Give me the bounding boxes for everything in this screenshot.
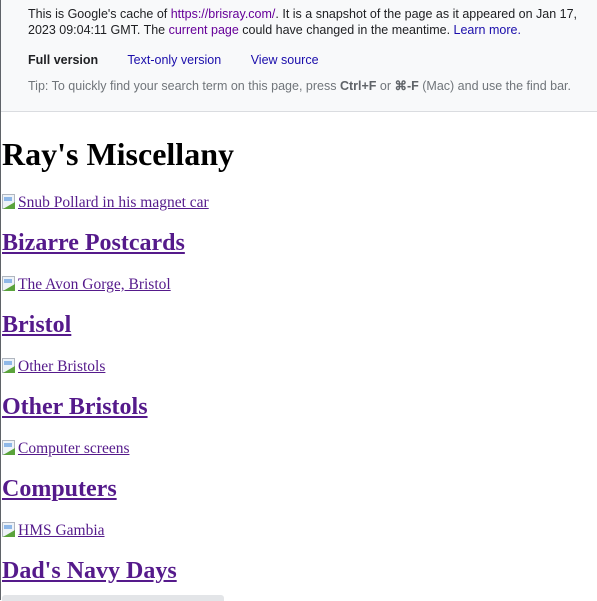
section-image-link[interactable]: HMS Gambia <box>2 522 597 540</box>
current-page-link[interactable]: current page <box>169 23 239 37</box>
text-only-version-link[interactable]: Text-only version <box>127 53 221 67</box>
window-left-border <box>0 0 1 600</box>
image-alt-text: The Avon Gorge, Bristol <box>18 276 171 293</box>
learn-more-link[interactable]: Learn more. <box>454 23 521 37</box>
find-tip: Tip: To quickly find your search term on… <box>28 78 587 94</box>
section-image-link[interactable]: The Avon Gorge, Bristol <box>2 276 597 294</box>
section-heading-link[interactable]: Bizarre Postcards <box>2 230 185 256</box>
tip-text: or <box>376 79 395 93</box>
broken-image-icon <box>2 440 18 456</box>
tip-text: Tip: To quickly find your search term on… <box>28 79 340 93</box>
section-image-link[interactable]: Computer screens <box>2 440 597 458</box>
page-content: Ray's Miscellany Snub Pollard in his mag… <box>0 135 597 585</box>
section-heading: Dad's Navy Days <box>2 557 597 585</box>
cache-notice-text: could have changed in the meantime. <box>238 23 454 37</box>
section-heading-link[interactable]: Dad's Navy Days <box>2 558 177 584</box>
version-options: Full version Text-only version View sour… <box>28 52 587 68</box>
section-heading-link[interactable]: Bristol <box>2 312 71 338</box>
section-heading: Bizarre Postcards <box>2 229 597 257</box>
section-heading: Bristol <box>2 311 597 339</box>
section-heading-link[interactable]: Other Bristols <box>2 394 148 420</box>
next-element-top-edge <box>2 595 224 601</box>
cmd-f-shortcut: ⌘-F <box>394 79 419 93</box>
section-image-link[interactable]: Snub Pollard in his magnet car <box>2 194 597 212</box>
image-alt-text: Other Bristols <box>18 358 106 375</box>
broken-image-icon <box>2 522 18 538</box>
cache-notice-text: . It is a snapshot of the page as it app… <box>275 7 578 21</box>
cache-date-text: 2023 09:04:11 GMT. The <box>28 23 169 37</box>
image-alt-text: HMS Gambia <box>18 522 105 539</box>
section-image-link[interactable]: Other Bristols <box>2 358 597 376</box>
ctrl-f-shortcut: Ctrl+F <box>339 79 377 93</box>
cached-url-link[interactable]: https://brisray.com/ <box>171 7 276 21</box>
cache-notice-text: This is Google's cache of <box>28 7 171 21</box>
cache-notice-line-1: This is Google's cache of https://brisra… <box>28 6 587 22</box>
broken-image-icon <box>2 194 18 210</box>
full-version-label: Full version <box>28 53 99 67</box>
page-title: Ray's Miscellany <box>2 136 234 172</box>
view-source-link[interactable]: View source <box>251 53 319 67</box>
section-heading: Computers <box>2 475 597 503</box>
image-alt-text: Computer screens <box>18 440 130 457</box>
broken-image-icon <box>2 276 18 292</box>
section-heading: Other Bristols <box>2 393 597 421</box>
cache-notice-line-2: 2023 09:04:11 GMT. The current page coul… <box>28 22 587 38</box>
image-alt-text: Snub Pollard in his magnet car <box>18 194 209 211</box>
section-heading-link[interactable]: Computers <box>2 476 117 502</box>
google-cache-header: This is Google's cache of https://brisra… <box>0 0 597 112</box>
tip-text: (Mac) and use the find bar. <box>418 79 571 93</box>
broken-image-icon <box>2 358 18 374</box>
